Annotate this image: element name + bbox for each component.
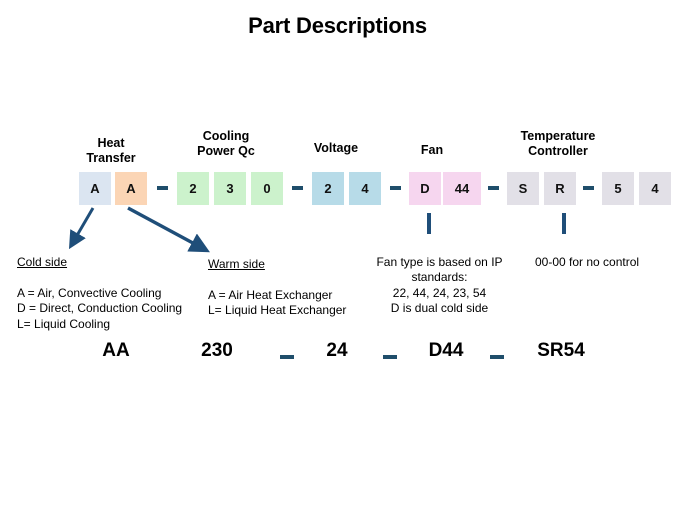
code-box-voltage-1[interactable]: 2	[312, 172, 344, 205]
example-voltage: 24	[326, 340, 348, 361]
note-fan-body: Fan type is based on IP standards: 22, 4…	[376, 254, 503, 316]
slide-canvas: Part Descriptions Heat Transfer Cooling …	[0, 0, 675, 506]
leader-controller	[562, 213, 566, 234]
code-box-warm-side[interactable]: A	[115, 172, 147, 205]
note-controller: 00-00 for no control	[535, 239, 675, 270]
code-box-fan-1[interactable]: D	[409, 172, 441, 205]
code-box-qc-3[interactable]: 0	[251, 172, 283, 205]
code-box-ctrl-2[interactable]: R	[544, 172, 576, 205]
note-warm-side-body: A = Air Heat Exchanger L= Liquid Heat Ex…	[208, 287, 347, 318]
code-box-value: 3	[226, 181, 234, 196]
example-cooling-power: 230	[201, 340, 233, 361]
code-box-value: 2	[324, 181, 332, 196]
code-box-fan-2[interactable]: 44	[443, 172, 481, 205]
code-box-ctrl-3[interactable]: 5	[602, 172, 634, 205]
separator-dash-5	[583, 186, 594, 190]
note-cold-side: Cold side A = Air, Convective Cooling D …	[17, 239, 212, 332]
code-box-value: 4	[361, 181, 369, 196]
code-box-ctrl-4[interactable]: 4	[639, 172, 671, 205]
group-label-cooling-power: Cooling Power Qc	[197, 129, 255, 158]
example-heat-transfer: AA	[102, 340, 130, 361]
code-box-value: A	[90, 181, 100, 196]
code-box-voltage-2[interactable]: 4	[349, 172, 381, 205]
group-label-voltage: Voltage	[313, 141, 359, 155]
note-cold-side-body: A = Air, Convective Cooling D = Direct, …	[17, 285, 183, 331]
code-box-value: S	[518, 181, 528, 196]
note-cold-side-heading: Cold side	[17, 254, 68, 269]
example-dash-1	[280, 355, 294, 359]
group-label-heat-transfer: Heat Transfer	[86, 136, 136, 165]
note-fan: Fan type is based on IP standards: 22, 4…	[363, 239, 516, 317]
code-box-value: 2	[189, 181, 197, 196]
leader-fan	[427, 213, 431, 234]
code-box-value: 4	[651, 181, 659, 196]
code-box-value: 5	[614, 181, 622, 196]
group-label-temperature-controller: Temperature Controller	[520, 129, 596, 158]
page-title: Part Descriptions	[248, 13, 427, 38]
code-box-value: R	[555, 181, 565, 196]
separator-dash-4	[488, 186, 499, 190]
separator-dash-3	[390, 186, 401, 190]
code-box-ctrl-1[interactable]: S	[507, 172, 539, 205]
code-box-value: 0	[263, 181, 271, 196]
group-label-fan: Fan	[420, 143, 444, 157]
code-box-value: 44	[454, 181, 470, 196]
separator-dash-2	[292, 186, 303, 190]
code-box-qc-1[interactable]: 2	[177, 172, 209, 205]
note-warm-side: Warm side A = Air Heat Exchanger L= Liqu…	[208, 241, 376, 319]
note-controller-body: 00-00 for no control	[535, 254, 640, 269]
code-box-value: D	[420, 181, 430, 196]
example-dash-2	[383, 355, 397, 359]
separator-dash-1	[157, 186, 168, 190]
example-dash-3	[490, 355, 504, 359]
code-box-qc-2[interactable]: 3	[214, 172, 246, 205]
code-box-cold-side[interactable]: A	[79, 172, 111, 205]
code-box-value: A	[126, 181, 136, 196]
example-controller: SR54	[537, 340, 585, 361]
note-warm-side-heading: Warm side	[208, 256, 265, 271]
example-fan: D44	[428, 340, 464, 361]
